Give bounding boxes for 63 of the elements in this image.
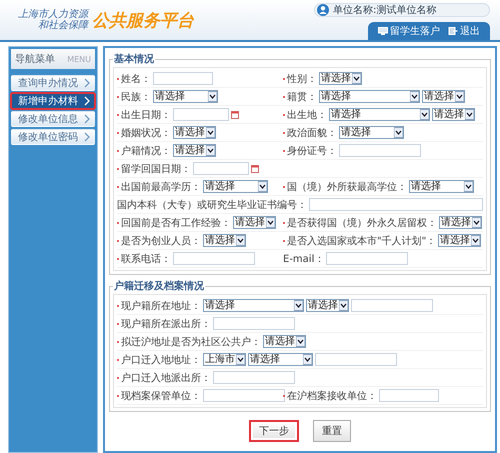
nav-item[interactable]: 修改单位密码 <box>11 129 95 145</box>
field-label: 拟迁沪地址是否为社区公共户： <box>121 336 261 348</box>
field-label: 是否为创业人员： <box>121 234 201 248</box>
dropdown[interactable]: 请选择 <box>439 216 482 229</box>
dropdown[interactable]: 请选择 <box>432 108 475 121</box>
field-label: 婚姻状况： <box>121 126 171 140</box>
nav-item[interactable]: 新增申办材料 <box>11 93 95 109</box>
section-title: 户籍迁移及档案情况 <box>113 279 205 293</box>
field-label: 现档案保管单位： <box>121 390 201 402</box>
nav-item[interactable]: 查询申办情况 <box>11 75 95 91</box>
platform-title: 公共服务平台 <box>92 10 194 32</box>
dropdown[interactable]: 请选择 <box>248 353 313 366</box>
dropdown[interactable]: 请选择 <box>409 180 474 193</box>
field-label: 国内本科（大专）或研究生毕业证书编号： <box>117 198 307 212</box>
logo-text: 和社会保障 <box>38 20 88 31</box>
header-link[interactable]: 退出 <box>448 24 480 38</box>
header-link[interactable]: 留学生落户 <box>378 24 440 38</box>
field-label: 籍贯： <box>287 90 317 104</box>
dropdown[interactable]: 请选择 <box>329 108 430 121</box>
field-label: 民族： <box>121 90 151 104</box>
dropdown[interactable]: 请选择 <box>203 234 246 247</box>
dropdown[interactable]: 请选择 <box>173 126 216 139</box>
dropdown[interactable]: 请选择 <box>422 90 465 103</box>
dropdown[interactable]: 请选择 <box>153 90 218 103</box>
logo-text: 上海市人力资源 <box>18 9 88 20</box>
field-label: 户籍情况： <box>121 144 171 158</box>
dropdown[interactable]: 请选择 <box>339 126 404 139</box>
field-label: 回国前是否有工作经验： <box>121 216 231 230</box>
form-button[interactable]: 下一步 <box>249 420 299 442</box>
field-label: 政治面貌： <box>287 126 337 140</box>
dropdown[interactable]: 上海市 <box>203 353 246 366</box>
field-label: 联系电话： <box>121 252 171 266</box>
form-button[interactable]: 重置 <box>313 420 351 442</box>
field-label: 出生地： <box>287 108 327 122</box>
field-label: 户口迁入地地址： <box>121 354 201 366</box>
menu-title: MENU <box>67 54 91 64</box>
field-label: 现户籍所在派出所： <box>121 318 211 330</box>
dropdown[interactable]: 请选择 <box>319 72 362 85</box>
field-label: 出国前最高学历： <box>121 180 201 194</box>
dropdown[interactable]: 请选择 <box>203 180 268 193</box>
dropdown[interactable]: 请选择 <box>438 234 482 247</box>
menu-title: 导航菜单 <box>15 52 55 66</box>
field-label: 在沪档案接收单位： <box>287 390 377 402</box>
field-label: 出生日期： <box>121 108 171 122</box>
field-label: 留学回国日期： <box>121 162 191 176</box>
user-name: 单位名称:测试单位名称 <box>333 4 436 17</box>
dropdown[interactable]: 请选择 <box>263 335 306 348</box>
section-title: 基本情况 <box>113 52 155 66</box>
field-label: 国（境）外所获最高学位： <box>287 180 407 194</box>
dropdown[interactable]: 请选择 <box>306 299 349 312</box>
field-label: 身份证号： <box>287 144 337 158</box>
field-label: 是否获得国（境）外永久居留权： <box>287 216 437 230</box>
field-label: 是否入选国家或本市"千人计划"： <box>287 234 436 248</box>
field-label: E-mail： <box>283 252 324 266</box>
dropdown[interactable]: 请选择 <box>233 216 276 229</box>
nav-item[interactable]: 修改单位信息 <box>11 111 95 127</box>
dropdown[interactable]: 请选择 <box>319 90 420 103</box>
dropdown[interactable]: 请选择 <box>173 144 216 157</box>
field-label: 姓名： <box>121 72 151 86</box>
dropdown[interactable]: 请选择 <box>203 299 304 312</box>
field-label: 性别： <box>287 72 317 86</box>
field-label: 现户籍所在地址： <box>121 300 201 312</box>
field-label: 户口迁入地派出所： <box>121 372 211 384</box>
